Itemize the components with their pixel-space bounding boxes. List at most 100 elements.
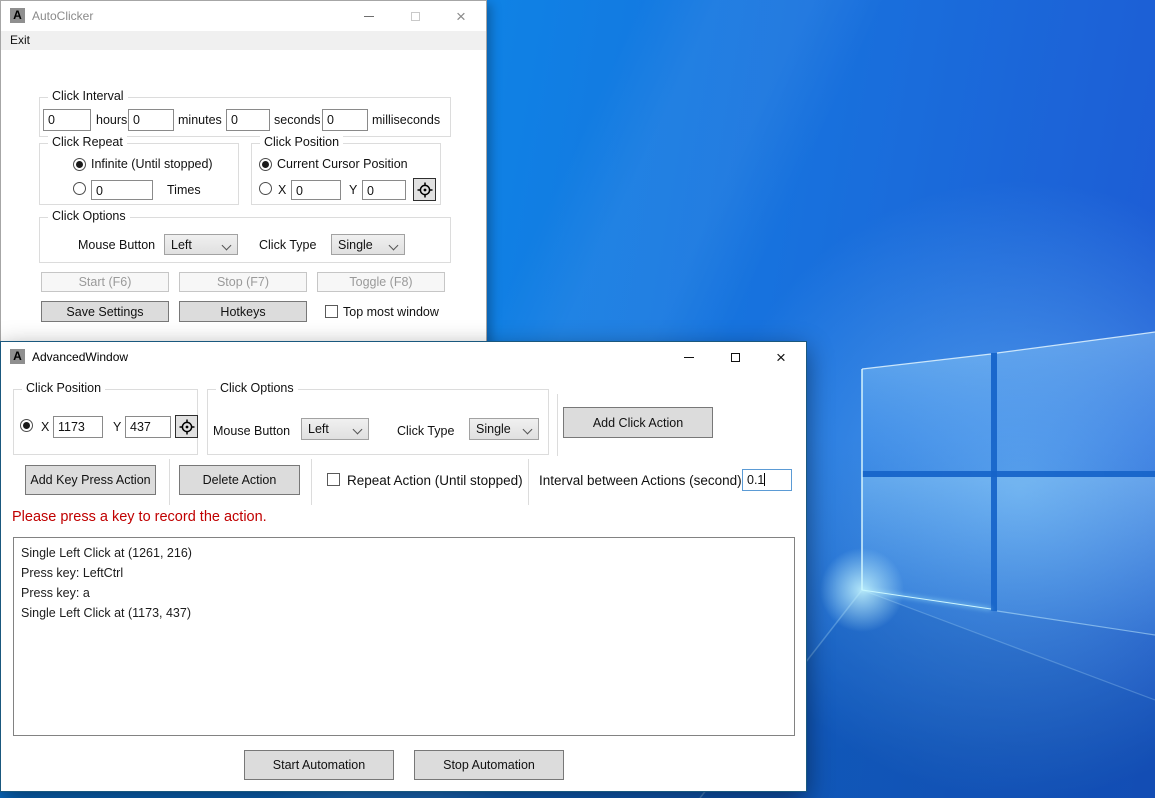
times-label: Times xyxy=(167,183,201,197)
adv-click-type-select[interactable]: Single xyxy=(469,418,539,440)
start-automation-button[interactable]: Start Automation xyxy=(244,750,394,780)
adv-x-label: X xyxy=(41,420,50,434)
maximize-icon xyxy=(410,11,420,21)
minimize-button[interactable] xyxy=(666,342,712,372)
repeat-action-label[interactable]: Repeat Action (Until stopped) xyxy=(347,473,523,488)
mouse-button-value: Left xyxy=(171,237,192,252)
adv-click-type-label: Click Type xyxy=(397,424,455,438)
current-cursor-radio[interactable] xyxy=(259,158,272,171)
list-item[interactable]: Single Left Click at (1173, 437) xyxy=(14,603,794,623)
adv-pick-position-button[interactable] xyxy=(175,415,198,438)
adv-x-input[interactable]: 1173 xyxy=(53,416,103,438)
current-cursor-label[interactable]: Current Cursor Position xyxy=(277,157,408,171)
actions-listbox[interactable]: Single Left Click at (1261, 216) Press k… xyxy=(13,537,795,736)
adv-mouse-button-label: Mouse Button xyxy=(213,424,291,438)
adv-mouse-button-value: Left xyxy=(308,422,329,436)
minimize-icon xyxy=(684,356,694,358)
y-label: Y xyxy=(349,183,358,197)
close-button[interactable]: × xyxy=(438,1,484,31)
maximize-icon xyxy=(730,352,740,362)
repeat-action-checkbox[interactable] xyxy=(327,473,340,486)
adv-xy-radio[interactable] xyxy=(20,419,33,432)
stop-automation-button[interactable]: Stop Automation xyxy=(414,750,564,780)
infinite-label[interactable]: Infinite (Until stopped) xyxy=(91,157,213,171)
xy-radio[interactable] xyxy=(259,182,272,195)
list-item[interactable]: Press key: a xyxy=(14,583,794,603)
list-item[interactable]: Press key: LeftCtrl xyxy=(14,563,794,583)
save-settings-button[interactable]: Save Settings xyxy=(41,301,169,322)
interval-value: 0.1 xyxy=(747,473,765,487)
click-repeat-label: Click Repeat xyxy=(48,135,127,149)
toggle-button[interactable]: Toggle (F8) xyxy=(317,272,445,292)
click-options-label: Click Options xyxy=(48,209,130,223)
menu-bar: Exit xyxy=(1,31,486,50)
minutes-input[interactable]: 0 xyxy=(128,109,174,131)
hours-input[interactable]: 0 xyxy=(43,109,91,131)
separator xyxy=(557,394,558,456)
separator xyxy=(311,459,312,505)
add-key-press-button[interactable]: Add Key Press Action xyxy=(25,465,156,495)
advanced-titlebar[interactable]: A AdvancedWindow × xyxy=(1,342,806,372)
minutes-label: minutes xyxy=(178,113,222,127)
adv-y-label: Y xyxy=(113,420,122,434)
milliseconds-input[interactable]: 0 xyxy=(322,109,368,131)
text-caret xyxy=(764,473,766,486)
hotkeys-button[interactable]: Hotkeys xyxy=(179,301,307,322)
app-icon: A xyxy=(10,349,25,364)
interval-label: Interval between Actions (second) xyxy=(539,473,742,488)
pick-position-button[interactable] xyxy=(413,178,436,201)
window-title: AutoClicker xyxy=(32,9,94,23)
chevron-down-icon xyxy=(352,424,363,435)
click-type-label: Click Type xyxy=(259,238,317,252)
start-button[interactable]: Start (F6) xyxy=(41,272,169,292)
app-icon: A xyxy=(10,8,25,23)
minimize-icon xyxy=(364,15,374,17)
click-interval-label: Click Interval xyxy=(48,89,128,103)
chevron-down-icon xyxy=(221,240,232,251)
top-most-label[interactable]: Top most window xyxy=(343,305,439,319)
list-item[interactable]: Single Left Click at (1261, 216) xyxy=(14,543,794,563)
separator xyxy=(528,459,529,505)
chevron-down-icon xyxy=(388,240,399,251)
add-click-action-button[interactable]: Add Click Action xyxy=(563,407,713,438)
chevron-down-icon xyxy=(522,424,533,435)
crosshair-icon xyxy=(179,419,194,434)
milliseconds-label: milliseconds xyxy=(372,113,441,127)
menu-item-exit[interactable]: Exit xyxy=(10,33,30,47)
close-icon: × xyxy=(456,6,466,26)
window-title: AdvancedWindow xyxy=(32,350,129,364)
x-input[interactable]: 0 xyxy=(291,180,341,200)
adv-click-options-label: Click Options xyxy=(216,381,298,395)
y-input[interactable]: 0 xyxy=(362,180,406,200)
seconds-input[interactable]: 0 xyxy=(226,109,270,131)
x-label: X xyxy=(278,183,287,197)
separator xyxy=(169,459,170,505)
click-type-value: Single xyxy=(338,237,373,252)
autoclicker-titlebar[interactable]: A AutoClicker × xyxy=(1,1,486,31)
click-type-select[interactable]: Single xyxy=(331,234,405,255)
mouse-button-select[interactable]: Left xyxy=(164,234,238,255)
interval-input[interactable]: 0.1 xyxy=(742,469,792,491)
adv-y-input[interactable]: 437 xyxy=(125,416,171,438)
close-icon: × xyxy=(776,347,786,367)
times-input[interactable]: 0 xyxy=(91,180,153,200)
advanced-window: A AdvancedWindow × Click Position X 1173… xyxy=(0,341,807,792)
close-button[interactable]: × xyxy=(758,342,804,372)
adv-click-type-value: Single xyxy=(476,422,511,436)
delete-action-button[interactable]: Delete Action xyxy=(179,465,300,495)
maximize-button[interactable] xyxy=(712,342,758,372)
minimize-button[interactable] xyxy=(346,1,392,31)
status-message: Please press a key to record the action. xyxy=(12,509,267,525)
adv-mouse-button-select[interactable]: Left xyxy=(301,418,369,440)
seconds-label: seconds xyxy=(274,113,321,127)
infinite-radio[interactable] xyxy=(73,158,86,171)
top-most-checkbox[interactable] xyxy=(325,305,338,318)
crosshair-icon xyxy=(417,182,432,197)
stop-button[interactable]: Stop (F7) xyxy=(179,272,307,292)
mouse-button-label: Mouse Button xyxy=(78,238,156,252)
click-position-label: Click Position xyxy=(260,135,344,149)
autoclicker-window: A AutoClicker × Exit Click Interval 0 ho… xyxy=(0,0,487,344)
times-radio[interactable] xyxy=(73,182,86,195)
maximize-button[interactable] xyxy=(392,1,438,31)
hours-label: hours xyxy=(96,113,128,127)
